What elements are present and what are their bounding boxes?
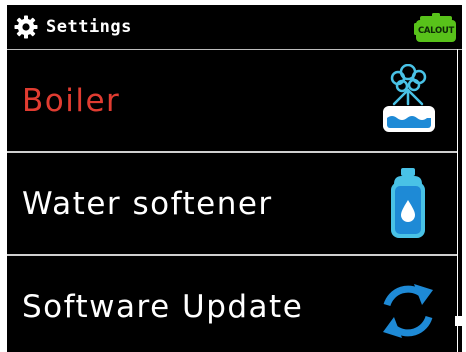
header-bar: Settings CALOUT: [7, 5, 462, 49]
gear-icon: [14, 15, 38, 39]
brand-name: CALOUT: [417, 26, 455, 36]
software-update-icon: [383, 284, 433, 338]
settings-screen: Settings CALOUT Boiler Water softener So…: [7, 5, 462, 352]
menu-item-boiler[interactable]: Boiler: [7, 50, 457, 151]
menu-item-label: Software Update: [22, 288, 304, 325]
brand-logo: CALOUT: [414, 13, 458, 44]
scroll-track: [457, 49, 458, 352]
menu-item-water-softener[interactable]: Water softener: [7, 153, 457, 254]
menu-item-label: Boiler: [22, 82, 121, 119]
water-softener-icon: [391, 168, 425, 238]
menu-item-label: Water softener: [22, 185, 273, 222]
boiler-icon: [383, 64, 435, 132]
menu-item-software-update[interactable]: Software Update: [7, 256, 457, 352]
page-title: Settings: [46, 17, 132, 37]
scroll-indicator: [455, 316, 466, 326]
